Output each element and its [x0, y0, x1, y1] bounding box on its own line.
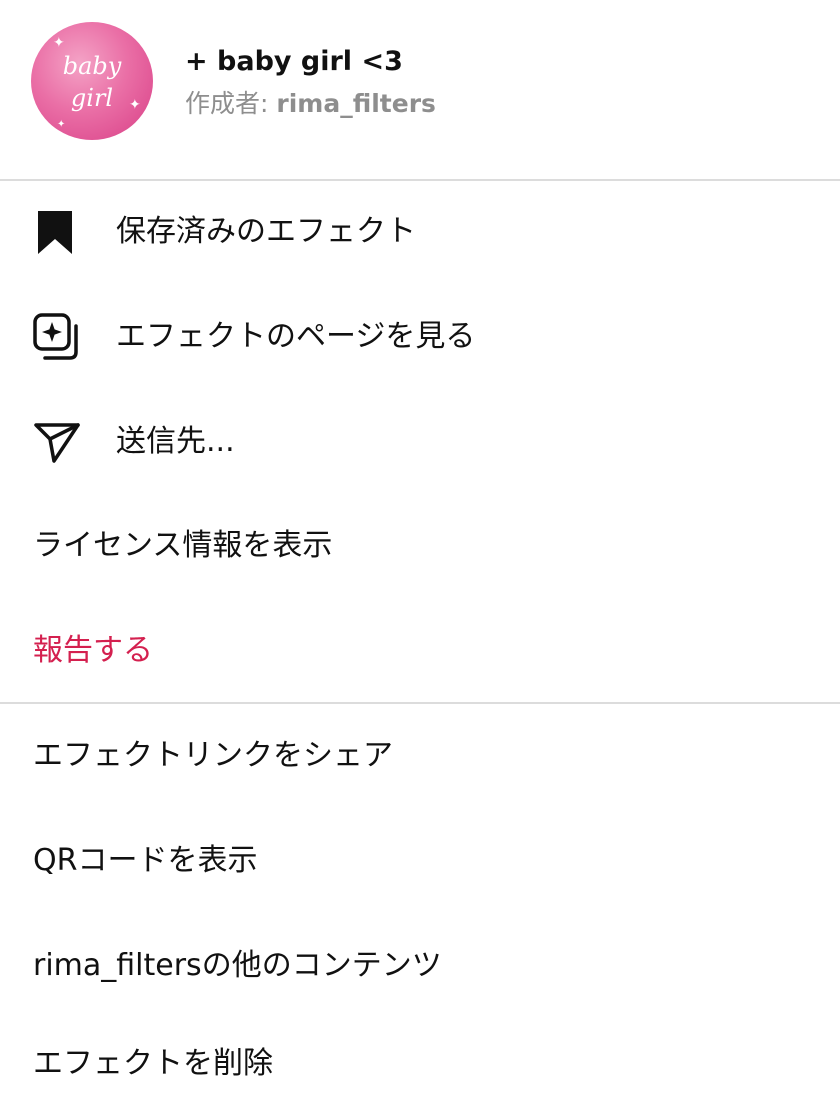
menu-item-view-license[interactable]: ライセンス情報を表示: [0, 501, 840, 591]
bookmark-icon: [38, 211, 72, 254]
menu-item-report[interactable]: 報告する: [0, 606, 840, 696]
menu-label-send-to: 送信先...: [116, 424, 235, 459]
creator-handle[interactable]: rima_filters: [276, 89, 436, 118]
section-divider: [0, 179, 840, 181]
menu-label-more-content: rima_filtersの他のコンテンツ: [33, 948, 442, 983]
menu-label-share-link: エフェクトリンクをシェア: [33, 738, 393, 773]
menu-item-more-content[interactable]: rima_filtersの他のコンテンツ: [0, 921, 840, 1011]
sparkle-icon: ✦: [57, 119, 66, 130]
menu-label-show-qr: QRコードを表示: [33, 843, 258, 878]
menu-item-delete-effect[interactable]: エフェクトを削除: [0, 1019, 840, 1109]
menu-item-share-link[interactable]: エフェクトリンクをシェア: [0, 711, 840, 801]
menu-label-view-license: ライセンス情報を表示: [33, 528, 333, 563]
menu-item-saved-effects[interactable]: 保存済みのエフェクト: [0, 187, 840, 277]
menu-item-show-qr[interactable]: QRコードを表示: [0, 816, 840, 906]
sparkle-icon: ✦: [53, 35, 65, 51]
menu-item-send-to[interactable]: 送信先...: [0, 397, 840, 487]
menu-label-delete-effect: エフェクトを削除: [33, 1046, 273, 1081]
avatar-text-line1: baby: [62, 52, 122, 80]
effect-header: ✦ ✦ ✦ baby girl + baby girl <3 作成者: rima…: [0, 0, 840, 180]
effect-avatar[interactable]: ✦ ✦ ✦ baby girl: [31, 22, 153, 140]
menu-item-view-effect-page[interactable]: エフェクトのページを見る: [0, 292, 840, 382]
effect-creator: 作成者: rima_filters: [185, 84, 436, 120]
menu-label-saved-effects: 保存済みのエフェクト: [116, 214, 416, 249]
menu-label-view-effect-page: エフェクトのページを見る: [116, 319, 476, 354]
effect-title: + baby girl <3: [185, 46, 403, 77]
section-divider: [0, 702, 840, 704]
effect-page-icon: [33, 313, 78, 360]
creator-prefix: 作成者:: [185, 89, 277, 118]
paper-plane-icon: [34, 423, 80, 463]
menu-label-report: 報告する: [33, 633, 153, 668]
avatar-text-line2: girl: [70, 84, 114, 112]
